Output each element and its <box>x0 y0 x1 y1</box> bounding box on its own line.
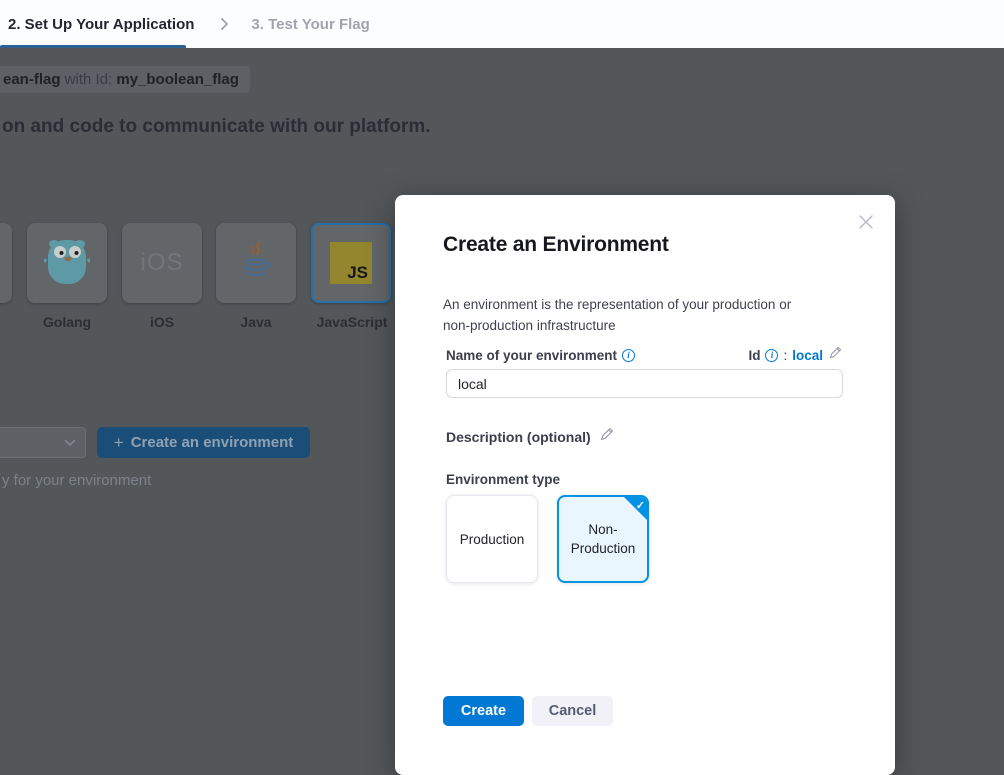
edit-id-pencil-icon[interactable] <box>828 345 843 365</box>
sdk-label-golang: Golang <box>43 314 91 330</box>
environment-hint-text: y for your environment <box>2 472 151 489</box>
selected-corner: ✓ <box>620 496 648 524</box>
id-label: Id <box>748 348 760 363</box>
description-label-row: Description (optional) <box>446 426 615 447</box>
sdk-label-ios: iOS <box>150 314 174 330</box>
production-card-label: Production <box>460 530 525 549</box>
environment-type-label: Environment type <box>446 472 560 487</box>
info-icon[interactable]: i <box>622 349 635 362</box>
sdk-tile-golang[interactable] <box>27 223 107 303</box>
golang-gopher-icon <box>44 235 90 292</box>
tab-setup-application[interactable]: 2. Set Up Your Application <box>0 0 202 48</box>
page: { "icons": { "plus": "+", "check": "✓", … <box>0 0 1004 755</box>
create-environment-button-label: Create an environment <box>131 434 294 451</box>
sdk-tile-ios[interactable]: iOS <box>122 223 202 303</box>
java-cup-icon <box>234 238 278 289</box>
setup-section-heading: on and code to communicate with our plat… <box>2 116 431 138</box>
id-value-link[interactable]: local <box>792 348 823 363</box>
modal-description: An environment is the representation of … <box>443 294 821 336</box>
javascript-logo-icon: JS <box>330 242 372 284</box>
chevron-right-icon <box>220 17 229 31</box>
tab-test-your-flag[interactable]: 3. Test Your Flag <box>251 16 369 33</box>
create-environment-modal: Create an Environment An environment is … <box>395 195 895 775</box>
tab-test-your-flag-label: 3. Test Your Flag <box>251 16 369 33</box>
env-type-card-production[interactable]: Production <box>446 495 538 583</box>
tab-setup-application-label: 2. Set Up Your Application <box>8 16 194 33</box>
environment-name-input[interactable] <box>446 369 843 398</box>
sdk-label-javascript: JavaScript <box>317 314 388 330</box>
js-glyph: JS <box>347 263 368 283</box>
sdk-label-java: Java <box>240 314 271 330</box>
sdk-tile-java[interactable] <box>216 223 296 303</box>
ios-logo-icon: iOS <box>140 249 183 277</box>
sdk-tile-partial[interactable] <box>0 223 12 303</box>
name-label-row: Name of your environment i Id i : local <box>446 346 843 364</box>
create-environment-button[interactable]: + Create an environment <box>97 427 310 458</box>
environment-select[interactable] <box>0 427 86 458</box>
modal-title: Create an Environment <box>443 233 669 257</box>
close-icon[interactable] <box>857 213 875 231</box>
name-field-label: Name of your environment <box>446 348 617 363</box>
chevron-down-icon <box>64 434 76 452</box>
check-icon: ✓ <box>636 497 645 516</box>
non-production-card-label: Non-Production <box>568 520 638 558</box>
edit-description-pencil-icon[interactable] <box>599 426 615 447</box>
id-info-icon[interactable]: i <box>765 349 778 362</box>
description-optional-label: Description (optional) <box>446 429 591 445</box>
flag-id-badge: ean-flag with Id: my_boolean_flag <box>0 66 250 93</box>
flag-id-value: my_boolean_flag <box>116 71 239 88</box>
flag-badge-middle: with Id: <box>61 71 117 88</box>
flag-name-fragment: ean-flag <box>3 71 61 88</box>
create-button[interactable]: Create <box>443 696 524 726</box>
wizard-tab-bar: 2. Set Up Your Application 3. Test Your … <box>0 0 1004 48</box>
env-type-card-non-production-selected[interactable]: Non-Production ✓ <box>557 495 649 583</box>
sdk-tile-javascript-selected[interactable]: JS <box>311 223 391 303</box>
plus-icon: + <box>114 434 124 451</box>
id-separator: : <box>783 348 787 363</box>
cancel-button[interactable]: Cancel <box>532 696 613 726</box>
